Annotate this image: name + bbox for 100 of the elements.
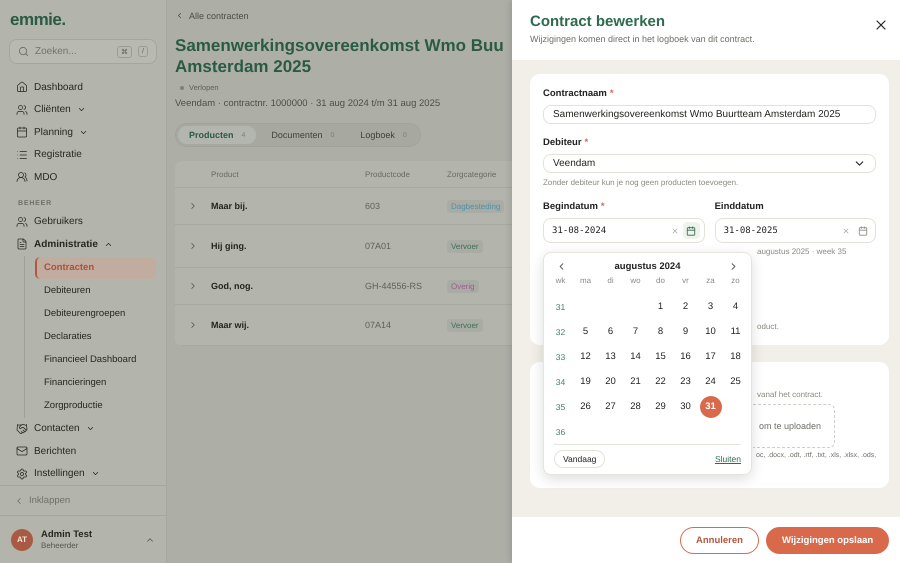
nav-subitem[interactable]: Financieringen: [35, 372, 156, 394]
calendar-day[interactable]: 25: [724, 370, 746, 392]
nav-item[interactable]: Administratie: [10, 233, 156, 256]
calendar-day[interactable]: 13: [600, 346, 622, 368]
nav-subitem[interactable]: Debiteuren: [35, 280, 156, 302]
weekday-label: wo: [630, 276, 641, 287]
calendar-day[interactable]: 15: [650, 346, 672, 368]
nav-item[interactable]: Registratie: [10, 144, 156, 166]
drawer-title: Contract bewerken: [530, 13, 666, 30]
calendar-day[interactable]: 29: [650, 396, 672, 418]
month-title: augustus 2024: [614, 261, 680, 272]
handshake-icon: [16, 422, 28, 435]
nav-subitem[interactable]: Debiteurengroepen: [35, 302, 156, 324]
table-cell-text: God, nog.: [211, 281, 254, 291]
calendar-day[interactable]: 2: [674, 296, 696, 318]
week-number: 32: [556, 326, 566, 336]
nav-item[interactable]: Dashboard: [10, 76, 156, 98]
close-link[interactable]: Sluiten: [715, 454, 741, 464]
search-icon: [18, 46, 29, 57]
cancel-button[interactable]: Annuleren: [680, 526, 759, 554]
calendar-day[interactable]: 27: [600, 396, 622, 418]
week-number: 31: [556, 302, 566, 312]
contract-name-field[interactable]: Samenwerkingsovereenkomst Wmo Buurtteam Amsterdam 2025: [543, 105, 876, 124]
calendar-day[interactable]: 3: [700, 296, 722, 318]
calendar-day[interactable]: 21: [624, 370, 646, 392]
calendar-day[interactable]: 18: [724, 346, 746, 368]
calendar-day[interactable]: 23: [674, 370, 696, 392]
settings-icon: [16, 468, 28, 480]
calendar-day[interactable]: 20: [600, 370, 622, 392]
calendar-day[interactable]: 8: [650, 320, 672, 342]
weekday-label: di: [607, 276, 614, 287]
calendar-day[interactable]: 12: [574, 346, 596, 368]
clear-icon[interactable]: [670, 226, 679, 234]
field-label: Begindatum *: [543, 201, 606, 212]
calendar-day[interactable]: 17: [700, 346, 722, 368]
nav-item[interactable]: Planning: [10, 121, 156, 144]
week-number: 35: [556, 402, 566, 412]
calendar-day[interactable]: 7: [624, 320, 646, 342]
table-cell-text: Maar bij.: [211, 201, 249, 211]
nav-item[interactable]: MDO: [10, 166, 156, 188]
today-button[interactable]: Vandaag: [554, 450, 606, 468]
drawer-subtitle: Wijzigingen komen direct in het logboek van dit contract.: [530, 34, 755, 44]
nav-item[interactable]: Cliënten: [10, 98, 156, 121]
chevron-left-icon: [175, 11, 184, 20]
nav-subitem[interactable]: Declaraties: [35, 326, 156, 348]
calendar-day[interactable]: 9: [674, 320, 696, 342]
weekday-label: vr: [682, 276, 689, 287]
nav-subitem[interactable]: Zorgproductie: [35, 394, 156, 416]
category-tag: Dagbesteding: [447, 200, 504, 212]
week-number: 33: [556, 352, 566, 362]
weekday-label: ma: [580, 276, 592, 287]
date-field[interactable]: 31-08-2025: [714, 218, 876, 243]
calendar-day[interactable]: 16: [674, 346, 696, 368]
calendar-icon: [686, 226, 696, 236]
debtor-select[interactable]: Veendam: [543, 154, 876, 173]
calendar-day[interactable]: 22: [650, 370, 672, 392]
mail-icon: [16, 445, 28, 458]
date-field[interactable]: 31-08-2024: [543, 218, 705, 243]
calendar-day[interactable]: 26: [574, 396, 596, 418]
nav-item[interactable]: Contacten: [10, 418, 156, 440]
document-icon: [16, 238, 28, 250]
contract-meta: Veendam · contractnr. 1000000 · 31 aug 2024 t/m 31 aug 2025: [175, 98, 442, 109]
people-icon: [16, 104, 28, 116]
table-cell-text: 603: [365, 201, 382, 211]
calendar-button[interactable]: [682, 222, 700, 239]
calendar-day[interactable]: 14: [624, 346, 646, 368]
calendar-day[interactable]: 30: [674, 396, 696, 418]
upload-dropzone[interactable]: om te uploaden: [753, 404, 835, 448]
back-link[interactable]: Alle contracten: [175, 10, 249, 20]
table-cell-text: Hij ging.: [211, 241, 248, 251]
calendar-day[interactable]: 6: [600, 320, 622, 342]
status-dot: [180, 86, 184, 90]
table-cell-text: GH-44556-RS: [365, 281, 424, 291]
weekday-label: za: [706, 276, 715, 287]
user-avatar: AT: [11, 528, 33, 550]
category-tag: Overig: [447, 280, 479, 292]
calendar-day[interactable]: 4: [724, 296, 746, 318]
nav-item[interactable]: Berichten: [10, 440, 156, 462]
user-role: Beheerder: [41, 541, 80, 550]
calendar-day[interactable]: 10: [700, 320, 722, 342]
field-label: Contractnaam *: [543, 88, 615, 99]
field-label: Einddatum: [714, 201, 765, 212]
nav-subitem[interactable]: Financieel Dashboard: [35, 348, 156, 370]
column-header: Productcode: [365, 170, 411, 178]
calendar-day[interactable]: 24: [700, 370, 722, 392]
calendar-day[interactable]: 11: [724, 320, 746, 342]
calendar-day[interactable]: 5: [574, 320, 596, 342]
page-title: Samenwerkingsovereenkomst Wmo Buu Amsterdam 2025: [175, 35, 505, 77]
help-text: vanaf het contract.: [757, 390, 824, 399]
calendar-day[interactable]: 19: [574, 370, 596, 392]
nav-item[interactable]: Gebruikers: [10, 210, 156, 233]
calendar-icon: [858, 226, 868, 236]
search-placeholder: Zoeken...: [35, 46, 78, 57]
column-header: Product: [211, 170, 240, 178]
calendar-day[interactable]: 28: [624, 396, 646, 418]
table-cell-text: 07A14: [365, 320, 392, 330]
weekday-label: do: [656, 276, 665, 287]
calendar-day[interactable]: 1: [650, 296, 672, 318]
clear-icon[interactable]: [842, 226, 850, 234]
nav-item[interactable]: Instellingen: [10, 462, 156, 485]
